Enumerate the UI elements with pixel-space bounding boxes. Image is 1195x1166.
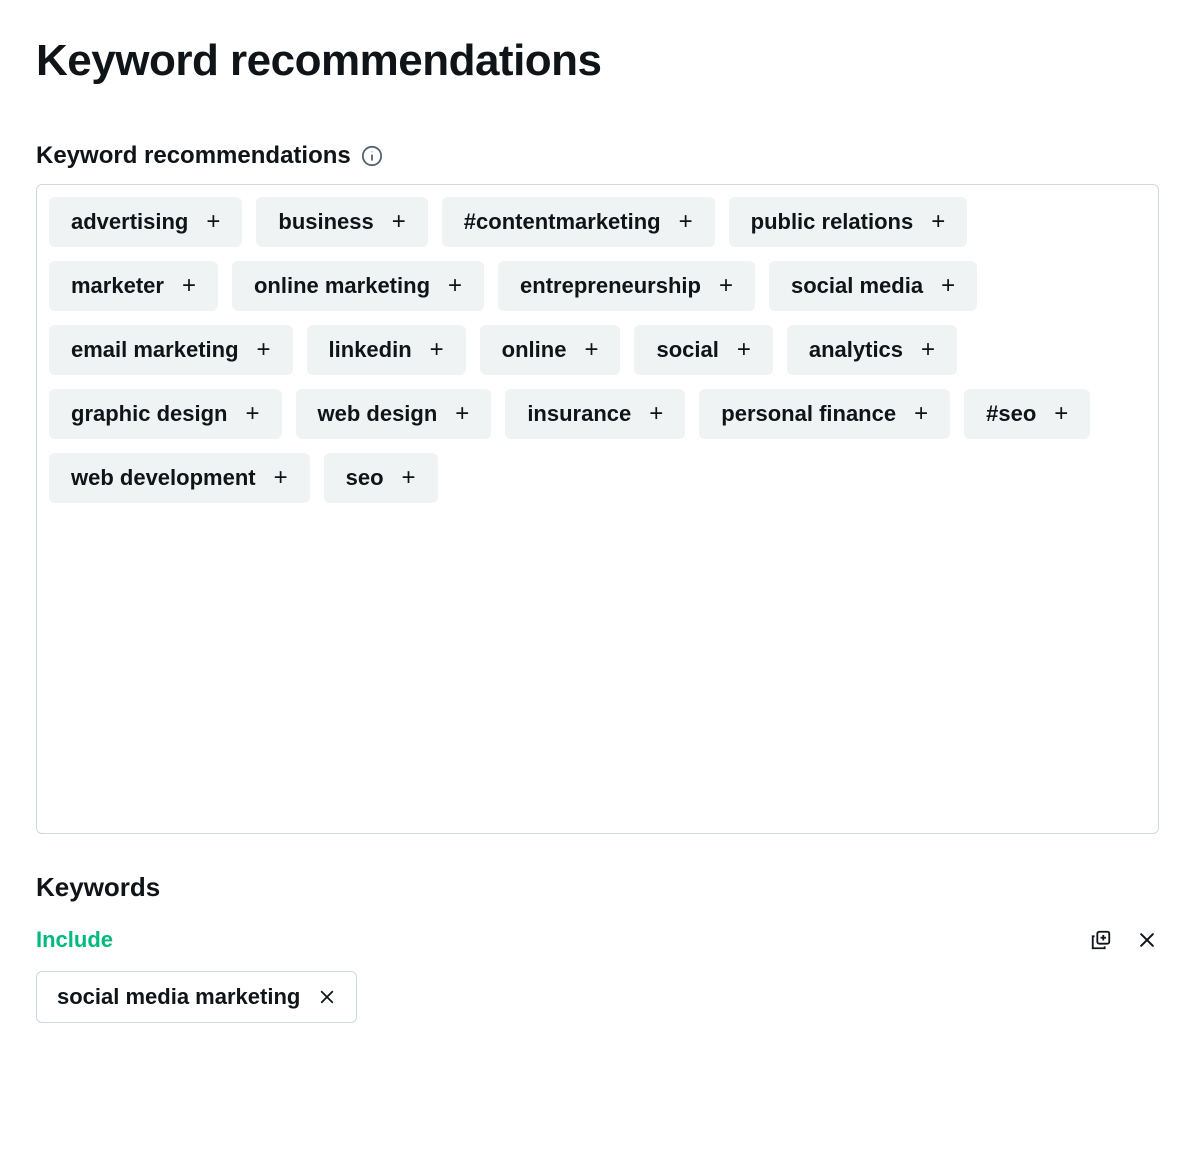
recommendation-chip-label: web development [71,465,256,491]
recommendation-chip-label: social media [791,273,923,299]
recommendation-chip-label: analytics [809,337,903,363]
copy-add-icon[interactable] [1089,928,1113,952]
page-title: Keyword recommendations [36,36,1159,86]
recommendation-chip-label: online [502,337,567,363]
recommendation-chip-label: entrepreneurship [520,273,701,299]
recommendation-chip[interactable]: web development + [49,453,310,503]
recommendation-chip[interactable]: business + [256,197,427,247]
recommendation-chip[interactable]: #seo + [964,389,1090,439]
recommendation-chip-label: email marketing [71,337,239,363]
include-row: Include [36,927,1159,953]
recommendation-chip-label: online marketing [254,273,430,299]
plus-icon: + [649,402,663,426]
recommendation-chip[interactable]: marketer + [49,261,218,311]
recommendation-chip-label: social [656,337,718,363]
recommendation-chip-label: advertising [71,209,188,235]
plus-icon: + [679,210,693,234]
recommendation-chip-label: insurance [527,401,631,427]
plus-icon: + [274,466,288,490]
recommendation-chip[interactable]: online marketing + [232,261,484,311]
plus-icon: + [448,274,462,298]
recommendation-chip-label: #seo [986,401,1036,427]
plus-icon: + [402,466,416,490]
plus-icon: + [257,338,271,362]
remove-icon[interactable] [318,988,336,1006]
recommendation-chip[interactable]: social media + [769,261,977,311]
recommendation-chip[interactable]: personal finance + [699,389,950,439]
recommendations-header: Keyword recommendations [36,142,1159,170]
plus-icon: + [182,274,196,298]
recommendations-box: advertising+business+#contentmarketing+p… [36,184,1159,834]
recommendation-chip-label: web design [318,401,438,427]
plus-icon: + [584,338,598,362]
recommendation-chip-label: marketer [71,273,164,299]
recommendation-chip[interactable]: insurance + [505,389,685,439]
recommendation-chip[interactable]: email marketing + [49,325,293,375]
close-icon[interactable] [1135,928,1159,952]
include-label: Include [36,927,113,953]
recommendation-chip-label: public relations [751,209,914,235]
recommendation-chip[interactable]: entrepreneurship + [498,261,755,311]
recommendation-chip-label: graphic design [71,401,227,427]
recommendation-chip[interactable]: #contentmarketing + [442,197,715,247]
recommendation-chip[interactable]: seo + [324,453,438,503]
recommendation-chip[interactable]: graphic design + [49,389,282,439]
recommendation-chip[interactable]: online + [480,325,621,375]
recommendation-chip-label: business [278,209,373,235]
plus-icon: + [719,274,733,298]
recommendation-chip-label: #contentmarketing [464,209,661,235]
included-keyword-label: social media marketing [57,984,300,1010]
plus-icon: + [455,402,469,426]
keywords-header: Keywords [36,872,1159,903]
plus-icon: + [737,338,751,362]
recommendation-chip-label: seo [346,465,384,491]
recommendation-chip-label: personal finance [721,401,896,427]
recommendation-chip[interactable]: public relations + [729,197,968,247]
plus-icon: + [941,274,955,298]
included-keyword-chip[interactable]: social media marketing [36,971,357,1023]
recommendations-header-label: Keyword recommendations [36,142,351,170]
include-actions [1089,928,1159,952]
plus-icon: + [914,402,928,426]
recommendation-chip[interactable]: web design + [296,389,492,439]
recommendation-chip-list: advertising+business+#contentmarketing+p… [49,197,1146,503]
info-icon[interactable] [361,145,383,167]
recommendation-chip-label: linkedin [329,337,412,363]
plus-icon: + [392,210,406,234]
plus-icon: + [931,210,945,234]
plus-icon: + [206,210,220,234]
plus-icon: + [921,338,935,362]
recommendation-chip[interactable]: advertising + [49,197,242,247]
recommendation-chip[interactable]: analytics + [787,325,957,375]
plus-icon: + [430,338,444,362]
plus-icon: + [1054,402,1068,426]
recommendation-chip[interactable]: social + [634,325,772,375]
plus-icon: + [245,402,259,426]
recommendation-chip[interactable]: linkedin + [307,325,466,375]
included-keyword-list: social media marketing [36,971,1159,1023]
